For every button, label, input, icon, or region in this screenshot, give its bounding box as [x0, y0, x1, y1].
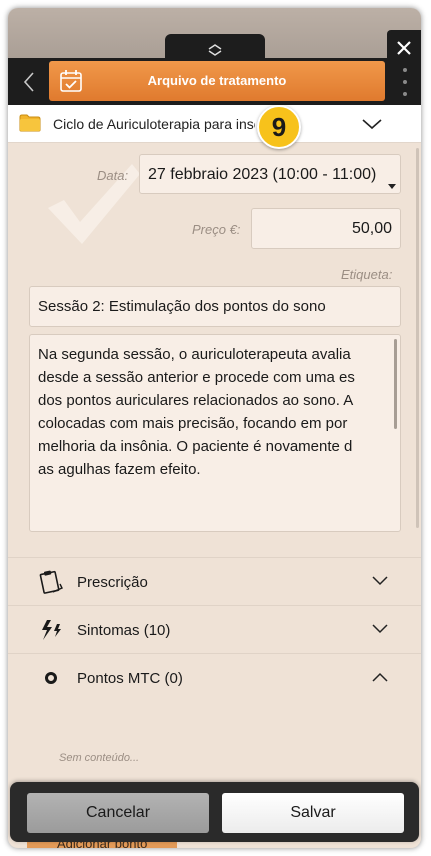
back-button[interactable]: [14, 67, 44, 97]
dropdown-arrow-icon: [388, 184, 396, 189]
description-line: Na segunda sessão, o auriculoterapeuta a…: [38, 346, 351, 363]
chevron-up-icon: [372, 672, 388, 682]
folder-icon: [19, 114, 41, 132]
treatment-window: Arquivo de tratamento Ciclo de Auriculot…: [8, 8, 421, 848]
cancel-button[interactable]: Cancelar: [27, 793, 209, 833]
app-header: Arquivo de tratamento: [8, 58, 421, 105]
expand-chevron-icon: [208, 44, 222, 56]
checkmark-watermark-icon: [48, 164, 140, 244]
description-scrollbar[interactable]: [394, 339, 397, 429]
chevron-down-icon: [372, 576, 388, 586]
empty-content-text: Sem conteúdo...: [59, 752, 140, 764]
description-line: as agulhas fazem efeito.: [38, 461, 201, 478]
section-tcm-points[interactable]: Pontos MTC (0): [8, 653, 421, 701]
description-line: dos pontos auriculares relacionados ao s…: [38, 392, 354, 409]
close-icon: [397, 41, 411, 55]
footer-actions: Cancelar Salvar: [10, 782, 419, 842]
description-line: desde a sessão anterior e procede com um…: [38, 369, 355, 386]
chevron-down-icon: [362, 119, 382, 130]
date-label: Data:: [97, 168, 129, 183]
date-select[interactable]: 27 febbraio 2023 (10:00 - 11:00): [139, 154, 401, 194]
description-textarea[interactable]: Na segunda sessão, o auriculoterapeuta a…: [29, 334, 401, 532]
chevron-down-icon: [372, 624, 388, 634]
cycle-name: Ciclo de Auriculoterapia para insônia: [53, 116, 255, 132]
save-button[interactable]: Salvar: [222, 793, 404, 833]
dot-icon: [45, 672, 57, 684]
treatment-cycle-selector[interactable]: Ciclo de Auriculoterapia para insônia: [8, 105, 421, 143]
date-value: 27 febbraio 2023 (10:00 - 11:00): [148, 166, 377, 183]
page-scrollbar[interactable]: [416, 148, 419, 528]
lightning-icon: [42, 620, 61, 640]
section-label: Sintomas (10): [77, 622, 171, 639]
description-line: melhoria da insônia. O paciente é novame…: [38, 438, 353, 455]
section-label: Prescrição: [77, 574, 148, 591]
section-symptoms[interactable]: Sintomas (10): [8, 605, 421, 653]
description-line: colocadas com mais precisão, focando em …: [38, 415, 348, 432]
more-options-button[interactable]: [401, 68, 409, 96]
clipboard-icon: [39, 570, 63, 594]
tag-input[interactable]: Sessão 2: Estimulação dos pontos do sono: [29, 286, 401, 327]
tag-label: Etiqueta:: [341, 267, 393, 282]
page-title: Arquivo de tratamento: [147, 73, 287, 88]
step-number-badge: 9: [257, 105, 301, 149]
price-label: Preço €:: [192, 222, 241, 237]
title-bar: Arquivo de tratamento: [49, 61, 385, 101]
section-prescription[interactable]: Prescrição: [8, 557, 421, 605]
price-input[interactable]: 50,00: [251, 208, 401, 249]
section-label: Pontos MTC (0): [77, 670, 183, 687]
chevron-left-icon: [23, 72, 34, 92]
